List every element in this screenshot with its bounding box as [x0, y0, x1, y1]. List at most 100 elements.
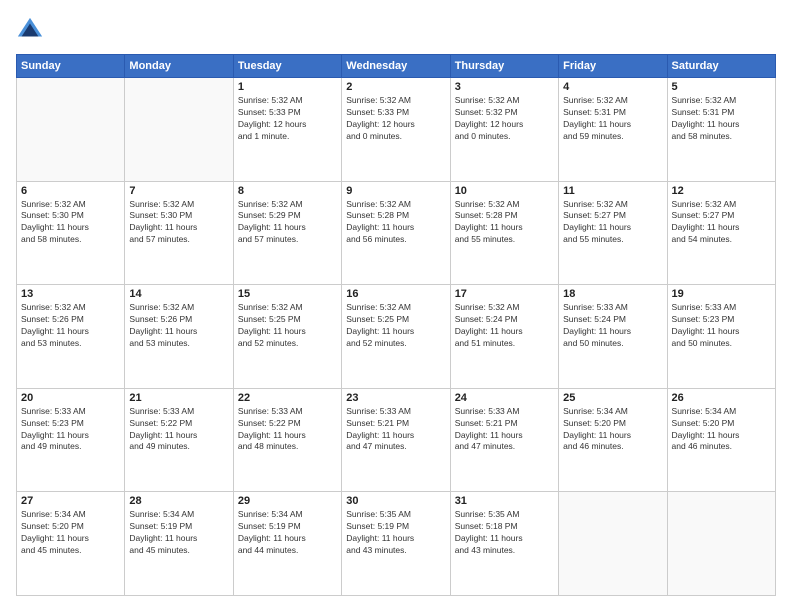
day-number: 28 — [129, 495, 228, 507]
calendar-week-4: 27Sunrise: 5:34 AM Sunset: 5:20 PM Dayli… — [17, 492, 776, 596]
day-info: Sunrise: 5:32 AM Sunset: 5:30 PM Dayligh… — [129, 199, 228, 247]
calendar-cell — [559, 492, 667, 596]
calendar-cell: 31 Sunrise: 5:35 AM Sunset: 5:18 PM Dayli… — [450, 492, 558, 596]
calendar-week-2: 13Sunrise: 5:32 AM Sunset: 5:26 PM Dayli… — [17, 285, 776, 389]
day-header-saturday: Saturday — [667, 55, 775, 78]
calendar-cell: 23Sunrise: 5:33 AM Sunset: 5:21 PM Dayli… — [342, 388, 450, 492]
day-info: Sunrise: 5:33 AM Sunset: 5:23 PM Dayligh… — [672, 302, 771, 350]
day-info: Sunrise: 5:32 AM Sunset: 5:28 PM Dayligh… — [455, 199, 554, 247]
day-header-monday: Monday — [125, 55, 233, 78]
day-number: 14 — [129, 288, 228, 300]
calendar-cell: 5 Sunrise: 5:32 AM Sunset: 5:31 PM Daylig… — [667, 78, 775, 182]
calendar-week-0: 1 Sunrise: 5:32 AM Sunset: 5:33 PM Daylig… — [17, 78, 776, 182]
day-number: 6 — [21, 185, 120, 197]
day-info: Sunrise: 5:32 AM Sunset: 5:27 PM Dayligh… — [672, 199, 771, 247]
day-info: Sunrise: 5:32 AM Sunset: 5:33 PM Dayligh… — [238, 95, 337, 143]
day-info: Sunrise: 5:34 AM Sunset: 5:20 PM Dayligh… — [672, 406, 771, 454]
calendar-cell: 4 Sunrise: 5:32 AM Sunset: 5:31 PM Daylig… — [559, 78, 667, 182]
day-info: Sunrise: 5:34 AM Sunset: 5:19 PM Dayligh… — [238, 509, 337, 557]
calendar-cell: 6 Sunrise: 5:32 AM Sunset: 5:30 PM Daylig… — [17, 181, 125, 285]
calendar-cell: 28 Sunrise: 5:34 AM Sunset: 5:19 PM Dayli… — [125, 492, 233, 596]
day-number: 12 — [672, 185, 771, 197]
page: SundayMondayTuesdayWednesdayThursdayFrid… — [0, 0, 792, 612]
calendar-cell: 7Sunrise: 5:32 AM Sunset: 5:30 PM Daylig… — [125, 181, 233, 285]
day-info: Sunrise: 5:32 AM Sunset: 5:30 PM Dayligh… — [21, 199, 120, 247]
day-info: Sunrise: 5:32 AM Sunset: 5:29 PM Dayligh… — [238, 199, 337, 247]
day-number: 31 — [455, 495, 554, 507]
day-header-wednesday: Wednesday — [342, 55, 450, 78]
day-number: 25 — [563, 392, 662, 404]
calendar-cell: 9 Sunrise: 5:32 AM Sunset: 5:28 PM Daylig… — [342, 181, 450, 285]
day-info: Sunrise: 5:32 AM Sunset: 5:27 PM Dayligh… — [563, 199, 662, 247]
calendar-week-1: 6 Sunrise: 5:32 AM Sunset: 5:30 PM Daylig… — [17, 181, 776, 285]
day-info: Sunrise: 5:32 AM Sunset: 5:31 PM Dayligh… — [563, 95, 662, 143]
day-info: Sunrise: 5:32 AM Sunset: 5:24 PM Dayligh… — [455, 302, 554, 350]
calendar-table: SundayMondayTuesdayWednesdayThursdayFrid… — [16, 54, 776, 596]
calendar-cell: 12 Sunrise: 5:32 AM Sunset: 5:27 PM Dayli… — [667, 181, 775, 285]
day-info: Sunrise: 5:32 AM Sunset: 5:32 PM Dayligh… — [455, 95, 554, 143]
day-info: Sunrise: 5:34 AM Sunset: 5:20 PM Dayligh… — [21, 509, 120, 557]
calendar-cell: 20Sunrise: 5:33 AM Sunset: 5:23 PM Dayli… — [17, 388, 125, 492]
calendar-cell — [125, 78, 233, 182]
day-info: Sunrise: 5:33 AM Sunset: 5:21 PM Dayligh… — [455, 406, 554, 454]
logo-icon — [16, 16, 44, 44]
header — [16, 16, 776, 44]
day-info: Sunrise: 5:33 AM Sunset: 5:22 PM Dayligh… — [129, 406, 228, 454]
day-info: Sunrise: 5:33 AM Sunset: 5:22 PM Dayligh… — [238, 406, 337, 454]
day-number: 1 — [238, 81, 337, 93]
day-header-thursday: Thursday — [450, 55, 558, 78]
calendar-cell: 3Sunrise: 5:32 AM Sunset: 5:32 PM Daylig… — [450, 78, 558, 182]
calendar-cell: 24Sunrise: 5:33 AM Sunset: 5:21 PM Dayli… — [450, 388, 558, 492]
calendar-cell: 2 Sunrise: 5:32 AM Sunset: 5:33 PM Daylig… — [342, 78, 450, 182]
calendar-cell: 8Sunrise: 5:32 AM Sunset: 5:29 PM Daylig… — [233, 181, 341, 285]
calendar-cell: 19Sunrise: 5:33 AM Sunset: 5:23 PM Dayli… — [667, 285, 775, 389]
day-number: 10 — [455, 185, 554, 197]
day-info: Sunrise: 5:33 AM Sunset: 5:23 PM Dayligh… — [21, 406, 120, 454]
day-number: 5 — [672, 81, 771, 93]
calendar-cell: 1 Sunrise: 5:32 AM Sunset: 5:33 PM Daylig… — [233, 78, 341, 182]
calendar-cell: 21 Sunrise: 5:33 AM Sunset: 5:22 PM Dayli… — [125, 388, 233, 492]
calendar-week-3: 20Sunrise: 5:33 AM Sunset: 5:23 PM Dayli… — [17, 388, 776, 492]
calendar-header-row: SundayMondayTuesdayWednesdayThursdayFrid… — [17, 55, 776, 78]
calendar-cell: 11 Sunrise: 5:32 AM Sunset: 5:27 PM Dayli… — [559, 181, 667, 285]
day-number: 11 — [563, 185, 662, 197]
calendar-cell: 18Sunrise: 5:33 AM Sunset: 5:24 PM Dayli… — [559, 285, 667, 389]
calendar-cell: 29Sunrise: 5:34 AM Sunset: 5:19 PM Dayli… — [233, 492, 341, 596]
calendar-cell — [17, 78, 125, 182]
calendar-cell: 10 Sunrise: 5:32 AM Sunset: 5:28 PM Dayli… — [450, 181, 558, 285]
day-header-sunday: Sunday — [17, 55, 125, 78]
day-number: 4 — [563, 81, 662, 93]
calendar-cell: 15Sunrise: 5:32 AM Sunset: 5:25 PM Dayli… — [233, 285, 341, 389]
day-info: Sunrise: 5:32 AM Sunset: 5:25 PM Dayligh… — [346, 302, 445, 350]
day-number: 9 — [346, 185, 445, 197]
day-info: Sunrise: 5:32 AM Sunset: 5:28 PM Dayligh… — [346, 199, 445, 247]
calendar-cell: 13Sunrise: 5:32 AM Sunset: 5:26 PM Dayli… — [17, 285, 125, 389]
day-number: 15 — [238, 288, 337, 300]
day-info: Sunrise: 5:34 AM Sunset: 5:19 PM Dayligh… — [129, 509, 228, 557]
day-header-friday: Friday — [559, 55, 667, 78]
day-number: 30 — [346, 495, 445, 507]
day-info: Sunrise: 5:34 AM Sunset: 5:20 PM Dayligh… — [563, 406, 662, 454]
calendar-cell: 26 Sunrise: 5:34 AM Sunset: 5:20 PM Dayli… — [667, 388, 775, 492]
day-number: 21 — [129, 392, 228, 404]
day-info: Sunrise: 5:32 AM Sunset: 5:26 PM Dayligh… — [21, 302, 120, 350]
calendar-cell: 17 Sunrise: 5:32 AM Sunset: 5:24 PM Dayli… — [450, 285, 558, 389]
day-number: 18 — [563, 288, 662, 300]
calendar-cell: 16Sunrise: 5:32 AM Sunset: 5:25 PM Dayli… — [342, 285, 450, 389]
day-number: 26 — [672, 392, 771, 404]
calendar-cell: 25 Sunrise: 5:34 AM Sunset: 5:20 PM Dayli… — [559, 388, 667, 492]
calendar-cell — [667, 492, 775, 596]
day-info: Sunrise: 5:35 AM Sunset: 5:18 PM Dayligh… — [455, 509, 554, 557]
day-number: 22 — [238, 392, 337, 404]
day-header-tuesday: Tuesday — [233, 55, 341, 78]
day-number: 2 — [346, 81, 445, 93]
calendar-cell: 14 Sunrise: 5:32 AM Sunset: 5:26 PM Dayli… — [125, 285, 233, 389]
day-number: 23 — [346, 392, 445, 404]
day-info: Sunrise: 5:32 AM Sunset: 5:26 PM Dayligh… — [129, 302, 228, 350]
logo — [16, 16, 46, 44]
calendar-cell: 22 Sunrise: 5:33 AM Sunset: 5:22 PM Dayli… — [233, 388, 341, 492]
day-info: Sunrise: 5:32 AM Sunset: 5:33 PM Dayligh… — [346, 95, 445, 143]
calendar-cell: 27Sunrise: 5:34 AM Sunset: 5:20 PM Dayli… — [17, 492, 125, 596]
day-info: Sunrise: 5:32 AM Sunset: 5:31 PM Dayligh… — [672, 95, 771, 143]
day-number: 17 — [455, 288, 554, 300]
